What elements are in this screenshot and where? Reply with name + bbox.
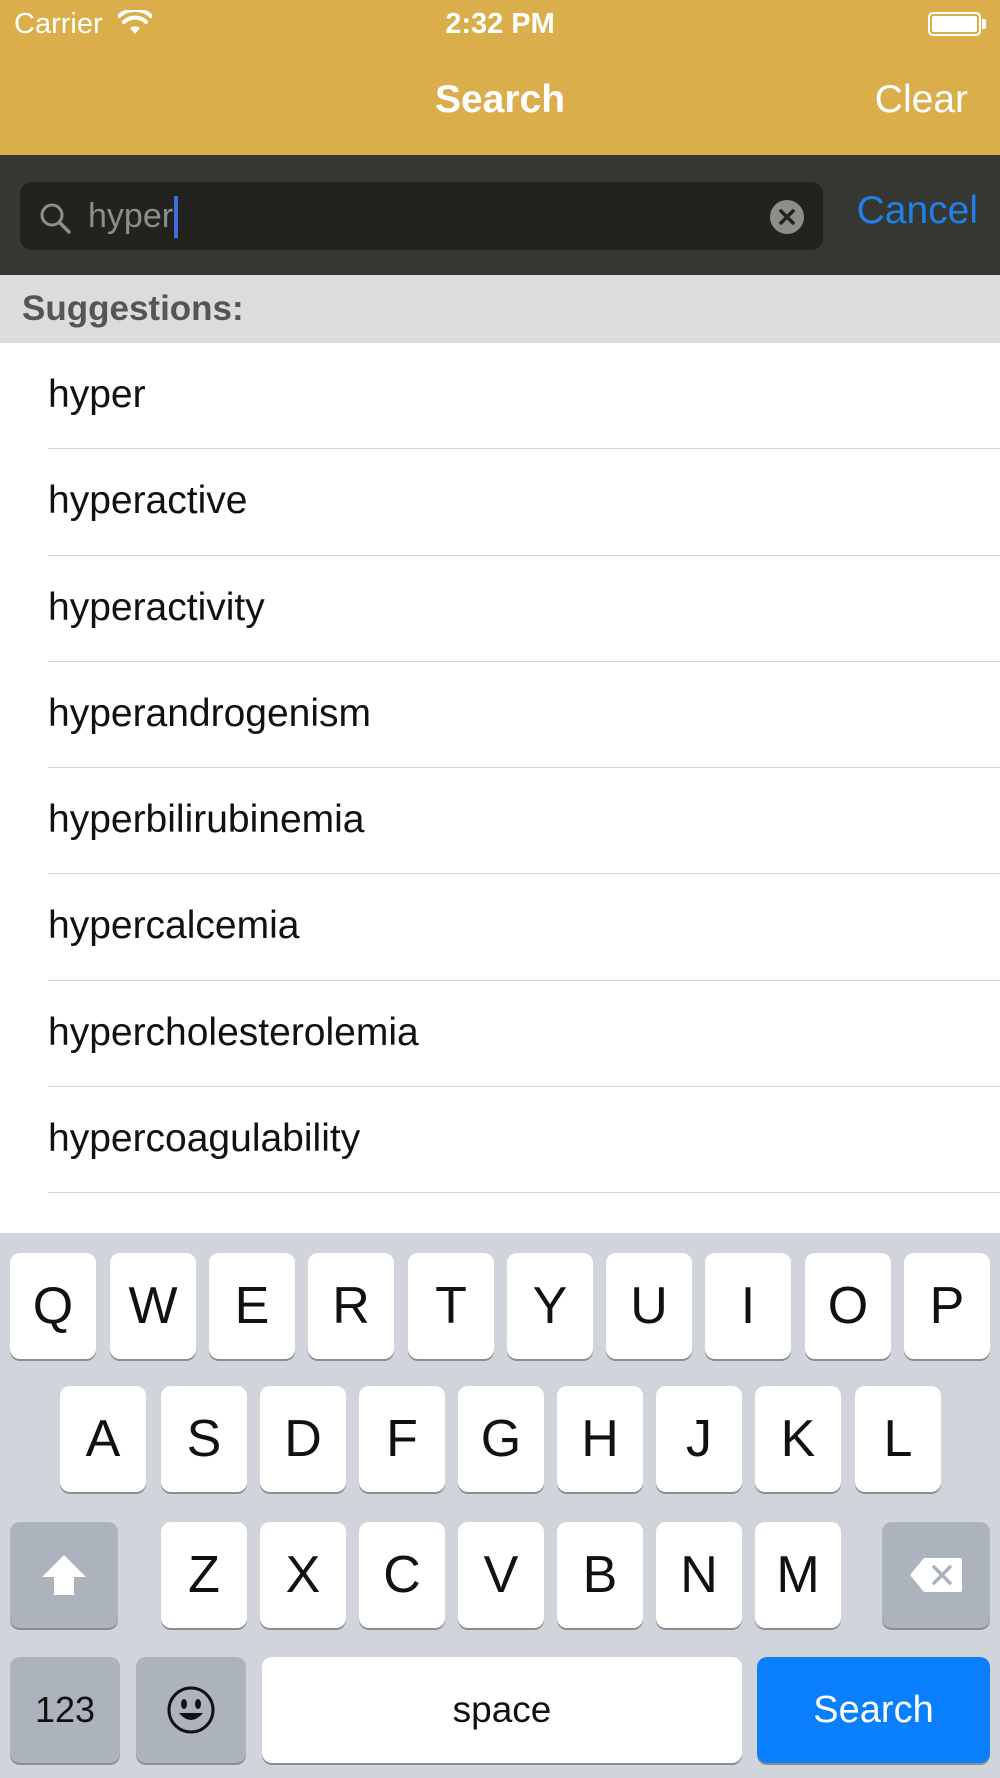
key-j[interactable]: J <box>656 1386 742 1492</box>
search-icon <box>40 203 71 234</box>
clear-button[interactable]: Clear <box>875 78 968 122</box>
key-b[interactable]: B <box>557 1522 643 1628</box>
list-item-label: hypercholesterolemia <box>48 1010 419 1054</box>
emoji-icon <box>167 1686 215 1734</box>
key-a[interactable]: A <box>60 1386 146 1492</box>
search-input[interactable] <box>88 192 758 240</box>
list-item-label: hyper <box>48 373 146 416</box>
battery-icon <box>928 12 986 36</box>
search-field[interactable] <box>20 182 823 250</box>
status-bar: Carrier 2:32 PM <box>0 0 1000 50</box>
space-key[interactable]: space <box>262 1657 742 1763</box>
search-key[interactable]: Search <box>757 1657 990 1763</box>
numbers-key[interactable]: 123 <box>10 1657 120 1763</box>
text-caret <box>174 196 178 238</box>
key-y[interactable]: Y <box>507 1253 593 1359</box>
list-item-label: hypercoagulability <box>48 1117 361 1161</box>
list-item[interactable]: hyperandrogenism <box>0 662 1000 769</box>
key-m[interactable]: M <box>755 1522 841 1628</box>
list-item[interactable]: hyperactive <box>0 449 1000 556</box>
key-t[interactable]: T <box>408 1253 494 1359</box>
emoji-key[interactable] <box>136 1657 246 1763</box>
list-item[interactable]: hypercholesterolemia <box>0 981 1000 1088</box>
key-g[interactable]: G <box>458 1386 544 1492</box>
key-n[interactable]: N <box>656 1522 742 1628</box>
list-item[interactable]: hypercalcemia <box>0 874 1000 981</box>
list-item-label: hyperandrogenism <box>48 691 372 735</box>
key-z[interactable]: Z <box>161 1522 247 1628</box>
list-item-label: hyperactivity <box>48 585 265 629</box>
key-u[interactable]: U <box>606 1253 692 1359</box>
shift-icon <box>42 1555 86 1595</box>
key-v[interactable]: V <box>458 1522 544 1628</box>
key-x[interactable]: X <box>260 1522 346 1628</box>
list-item[interactable]: hyperbilirubinemia <box>0 768 1000 875</box>
keyboard: Q W E R T Y U I O P A S D F G H J K L Z … <box>0 1233 1000 1778</box>
key-q[interactable]: Q <box>10 1253 96 1359</box>
search-bar: Cancel <box>0 155 1000 275</box>
list-item[interactable]: hypercoagulability <box>0 1087 1000 1194</box>
key-e[interactable]: E <box>209 1253 295 1359</box>
shift-key[interactable] <box>10 1522 118 1628</box>
cancel-button[interactable]: Cancel <box>857 189 978 233</box>
key-k[interactable]: K <box>755 1386 841 1492</box>
key-l[interactable]: L <box>855 1386 941 1492</box>
list-item[interactable]: hyper <box>0 343 1000 450</box>
key-o[interactable]: O <box>805 1253 891 1359</box>
list-item[interactable]: hyperactivity <box>0 556 1000 662</box>
key-f[interactable]: F <box>359 1386 445 1492</box>
key-d[interactable]: D <box>260 1386 346 1492</box>
key-i[interactable]: I <box>705 1253 791 1359</box>
backspace-key[interactable] <box>882 1522 990 1628</box>
backspace-icon <box>910 1558 962 1592</box>
key-p[interactable]: P <box>904 1253 990 1359</box>
key-r[interactable]: R <box>308 1253 394 1359</box>
key-w[interactable]: W <box>110 1253 196 1359</box>
page-title: Search <box>434 78 566 121</box>
suggestions-header: Suggestions: <box>0 275 1000 343</box>
clear-field-icon[interactable] <box>769 199 805 235</box>
list-item-label: hyperbilirubinemia <box>48 798 365 842</box>
key-s[interactable]: S <box>161 1386 247 1492</box>
key-h[interactable]: H <box>557 1386 643 1492</box>
suggestion-list: hyper hyperactive hyperactivity hyperand… <box>0 343 1000 1233</box>
status-time: 2:32 PM <box>445 8 555 40</box>
list-item-label: hypercalcemia <box>48 904 300 948</box>
key-c[interactable]: C <box>359 1522 445 1628</box>
suggestions-title: Suggestions: <box>22 289 244 328</box>
header: Carrier 2:32 PM Search Clear <box>0 0 1000 155</box>
list-item-label: hyperactive <box>48 479 248 523</box>
